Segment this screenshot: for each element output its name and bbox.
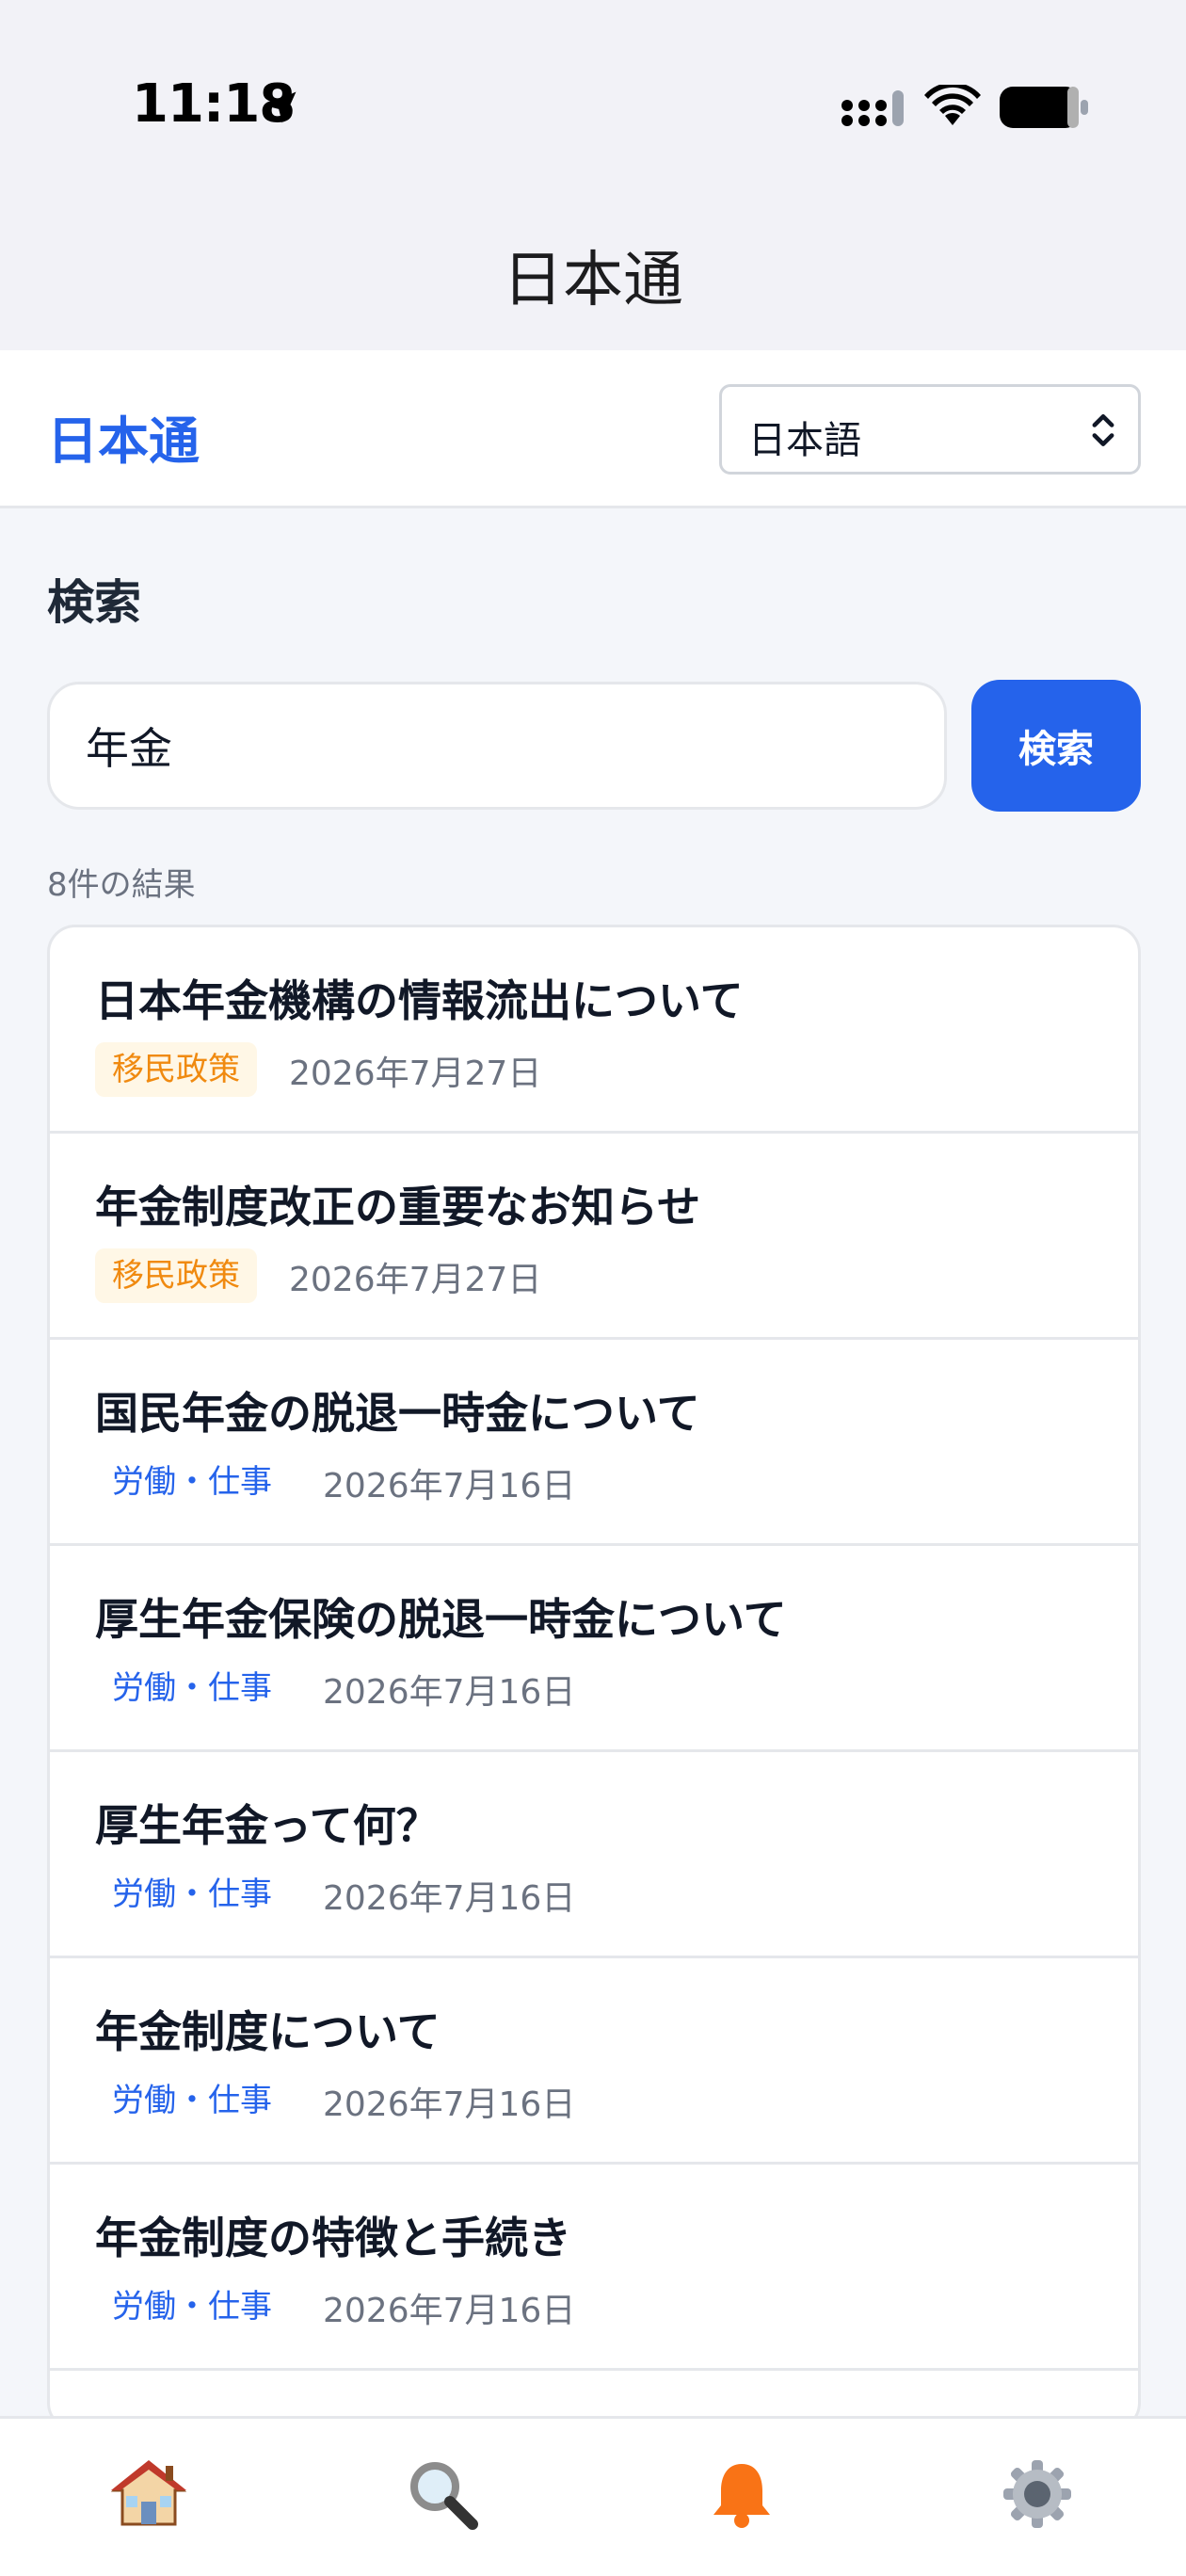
search-icon[interactable] (405, 2456, 480, 2532)
home-icon[interactable] (111, 2456, 186, 2532)
search-section-title: 検索 (47, 575, 141, 630)
location-arrow-icon (264, 91, 296, 123)
wifi-icon (924, 85, 981, 125)
result-title: 年金制度について (95, 2006, 441, 2057)
bottom-tab-bar (0, 2416, 1186, 2576)
result-title: 国民年金の脱退一時金について (95, 1388, 700, 1439)
search-button[interactable]: 検索 (971, 680, 1141, 812)
result-date: 2026年7月16日 (323, 1879, 576, 1918)
result-date: 2026年7月27日 (289, 1261, 542, 1299)
category-tag: 労働・仕事 (112, 1463, 272, 1501)
result-item[interactable]: 年金制度の特徴と手続き 労働・仕事 2026年7月16日 (50, 2165, 1138, 2371)
result-date: 2026年7月16日 (323, 2292, 576, 2330)
category-tag: 労働・仕事 (112, 1669, 272, 1707)
result-date: 2026年7月16日 (323, 2085, 576, 2124)
result-title: 厚生年金保険の脱退一時金について (95, 1594, 787, 1645)
chevron-up-down-icon (1092, 414, 1114, 446)
result-count: 8件の結果 (47, 866, 196, 904)
result-title: 年金制度の特徴と手続き (95, 2213, 571, 2263)
result-date: 2026年7月16日 (323, 1673, 576, 1712)
app-header: 日本通 日本語 (0, 350, 1186, 508)
result-item[interactable]: 厚生年金って何？ 労働・仕事 2026年7月16日 (50, 1752, 1138, 1958)
battery-icon (1000, 87, 1088, 128)
result-title: 日本年金機構の情報流出について (95, 975, 744, 1026)
result-title: 年金制度改正の重要なお知らせ (95, 1182, 701, 1232)
bell-icon[interactable] (704, 2456, 779, 2532)
system-status-area: 11:18 日本通 (0, 0, 1186, 350)
result-item[interactable]: 年金制度改正の重要なお知らせ 移民政策 2026年7月27日 (50, 1134, 1138, 1340)
result-date: 2026年7月16日 (323, 1467, 576, 1505)
nav-title: 日本通 (503, 246, 683, 315)
category-tag: 労働・仕事 (112, 2082, 272, 2119)
language-select[interactable]: 日本語 (719, 384, 1141, 475)
category-tag: 労働・仕事 (112, 1876, 272, 1913)
category-tag: 労働・仕事 (112, 2288, 272, 2326)
search-input[interactable] (47, 682, 947, 810)
category-tag: 移民政策 (95, 1042, 257, 1097)
result-item[interactable]: 国民年金の脱退一時金について 労働・仕事 2026年7月16日 (50, 1340, 1138, 1546)
result-item[interactable]: 日本年金機構の情報流出について 移民政策 2026年7月27日 (50, 927, 1138, 1134)
results-list: 日本年金機構の情報流出について 移民政策 2026年7月27日 年金制度改正の重… (47, 925, 1141, 2431)
result-title: 厚生年金って何？ (95, 1800, 440, 1851)
result-item[interactable]: 年金制度について 労働・仕事 2026年7月16日 (50, 1958, 1138, 2165)
result-item[interactable]: 厚生年金保険の脱退一時金について 労働・仕事 2026年7月16日 (50, 1546, 1138, 1752)
brand-logo-text[interactable]: 日本通 (47, 399, 200, 474)
gear-icon[interactable] (1000, 2456, 1075, 2532)
cellular-signal-icon (841, 90, 904, 126)
result-date: 2026年7月27日 (289, 1055, 542, 1093)
language-select-value: 日本語 (748, 419, 861, 462)
category-tag: 移民政策 (95, 1248, 257, 1303)
